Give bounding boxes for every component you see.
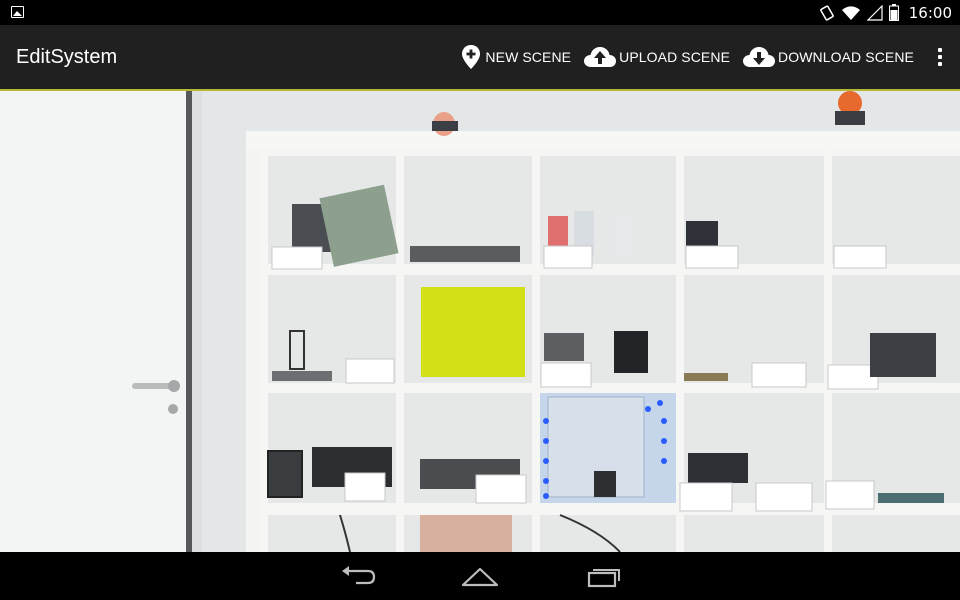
new-scene-label: NEW SCENE bbox=[485, 49, 572, 65]
upload-scene-button[interactable]: UPLOAD SCENE bbox=[577, 25, 736, 89]
action-bar: EditSystem NEW SCENE UPLOAD SCENE DOWNLO… bbox=[0, 25, 960, 89]
screen-rotation-icon bbox=[819, 4, 834, 21]
cloud-upload-icon bbox=[584, 47, 617, 67]
upload-scene-label: UPLOAD SCENE bbox=[619, 49, 731, 65]
cell-signal-icon bbox=[866, 4, 883, 21]
camera-view[interactable] bbox=[0, 91, 960, 552]
download-scene-button[interactable]: DOWNLOAD SCENE bbox=[736, 25, 920, 89]
scene-marker[interactable] bbox=[421, 287, 525, 377]
clock: 16:00 bbox=[908, 3, 952, 22]
status-bar: 16:00 bbox=[0, 0, 960, 25]
recent-apps-icon[interactable] bbox=[578, 560, 628, 594]
battery-icon bbox=[888, 4, 899, 21]
gallery-notification-icon bbox=[11, 6, 24, 18]
action-buttons: NEW SCENE UPLOAD SCENE DOWNLOAD SCENE bbox=[453, 25, 960, 89]
navigation-bar bbox=[0, 552, 960, 600]
home-icon[interactable] bbox=[455, 560, 505, 594]
overflow-menu-icon[interactable] bbox=[920, 25, 960, 89]
new-scene-button[interactable]: NEW SCENE bbox=[453, 25, 577, 89]
wifi-icon bbox=[841, 5, 860, 20]
back-icon[interactable] bbox=[333, 560, 383, 594]
add-location-icon bbox=[462, 45, 481, 69]
status-icons: 16:00 bbox=[819, 0, 952, 25]
download-scene-label: DOWNLOAD SCENE bbox=[778, 49, 914, 65]
app-title: EditSystem bbox=[16, 46, 118, 68]
cloud-download-icon bbox=[743, 47, 776, 67]
